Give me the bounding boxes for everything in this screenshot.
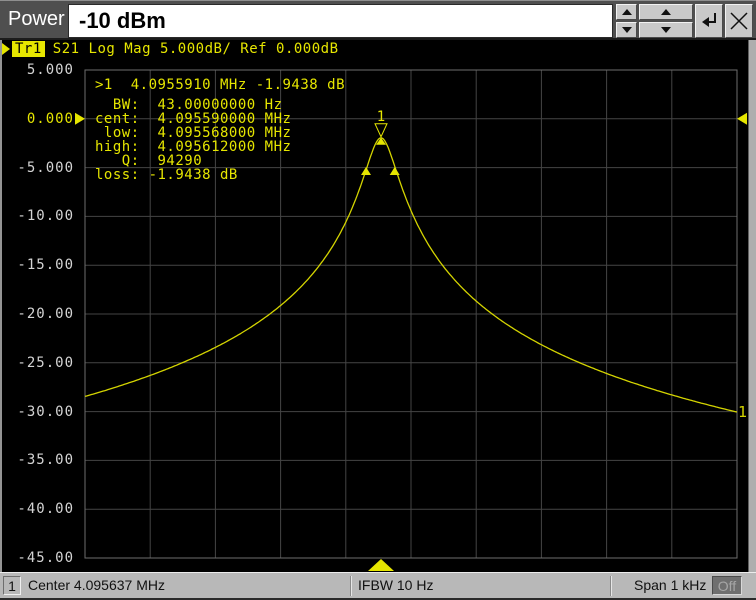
status-ifbw: IFBW 10 Hz: [358, 577, 433, 593]
y-axis-label: -15.00: [0, 258, 74, 272]
status-center-frequency: Center 4.095637 MHz: [28, 577, 165, 593]
readout-row: high: 4.095612000 MHz: [95, 140, 291, 154]
readout-row: low: 4.095568000 MHz: [95, 126, 291, 140]
marker-1-label[interactable]: 1: [377, 109, 385, 125]
ref-level-triangle-right: [737, 113, 747, 125]
y-axis-label: -35.00: [0, 453, 74, 467]
y-axis-label: 5.000: [0, 63, 74, 77]
y-axis-label: -30.00: [0, 405, 74, 419]
channel-number-box: 1: [3, 576, 21, 595]
trace-end-label: 1: [738, 403, 747, 421]
y-axis-label: -45.00: [0, 551, 74, 565]
readout-row: loss: -1.9438 dB: [95, 168, 291, 182]
status-bar: 1 Center 4.095637 MHz IFBW 10 Hz Span 1 …: [0, 572, 756, 600]
y-axis-label: -40.00: [0, 502, 74, 516]
y-axis-label: -10.00: [0, 209, 74, 223]
status-divider: [610, 576, 612, 596]
y-axis-label: -20.00: [0, 307, 74, 321]
y-axis-ref-label: 0.000: [0, 112, 74, 126]
vna-screen: Power -10 dBm Tr1 S21 Log Mag 5.000dB/ R…: [0, 0, 756, 600]
y-axis-label: -5.000: [0, 161, 74, 175]
trigger-off-badge: Off: [712, 576, 742, 595]
marker-1-symbol[interactable]: [375, 124, 387, 137]
readout-row: cent: 4.095590000 MHz: [95, 112, 291, 126]
marker-stimulus-triangle[interactable]: [368, 559, 394, 571]
bw-marker-low: [361, 167, 371, 175]
bw-marker-high: [390, 167, 400, 175]
y-axis-label: -25.00: [0, 356, 74, 370]
status-divider: [350, 576, 352, 596]
marker-readout-line: >1 4.0955910 MHz -1.9438 dB: [95, 78, 345, 92]
status-span: Span 1 kHz: [634, 577, 706, 593]
ref-level-triangle-left: [75, 113, 85, 125]
readout-row: BW: 43.00000000 Hz: [95, 98, 291, 112]
readout-row: Q: 94290: [95, 154, 291, 168]
bandwidth-readout: BW: 43.00000000 Hzcent: 4.095590000 MHz …: [95, 98, 291, 182]
